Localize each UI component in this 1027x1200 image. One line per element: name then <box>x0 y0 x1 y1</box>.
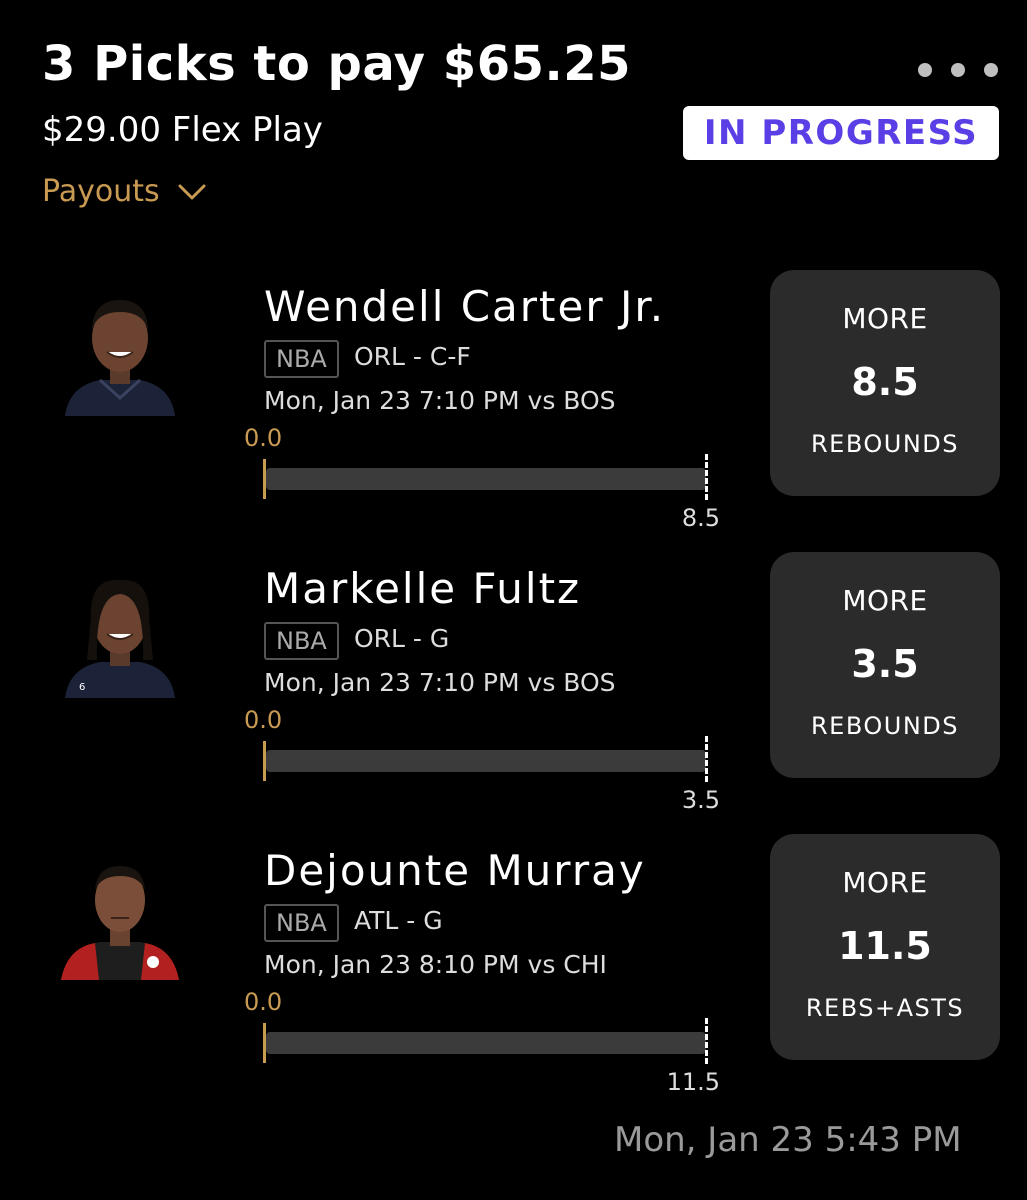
pick-stat: REBOUNDS <box>810 430 959 458</box>
current-stat-value: 0.0 <box>244 706 283 734</box>
league-badge: NBA <box>264 622 339 660</box>
progress-bar <box>266 468 706 490</box>
player-name: Dejounte Murray <box>264 846 646 895</box>
payouts-toggle[interactable]: Payouts <box>42 174 208 209</box>
svg-text:6: 6 <box>79 682 85 693</box>
pick-line: 3.5 <box>851 642 919 686</box>
pick-direction: MORE <box>842 866 928 899</box>
progress-start-marker <box>263 459 266 499</box>
target-value: 3.5 <box>681 786 720 814</box>
pick-direction: MORE <box>842 584 928 617</box>
player-name: Markelle Fultz <box>264 564 582 613</box>
more-options-icon[interactable] <box>918 58 998 82</box>
current-stat-value: 0.0 <box>244 988 283 1016</box>
game-time: Mon, Jan 23 7:10 PM vs BOS <box>264 668 616 697</box>
pick-line-card[interactable]: MORE 11.5 REBS+ASTS <box>770 834 1000 1060</box>
player-avatar: 6 <box>55 568 185 698</box>
pick-line: 8.5 <box>851 360 919 404</box>
league-badge: NBA <box>264 340 339 378</box>
pick-direction: MORE <box>842 302 928 335</box>
progress-target-marker <box>705 736 708 782</box>
pick-line-card[interactable]: MORE 3.5 REBOUNDS <box>770 552 1000 778</box>
current-timestamp: Mon, Jan 23 5:43 PM <box>614 1120 962 1160</box>
game-time: Mon, Jan 23 8:10 PM vs CHI <box>264 950 607 979</box>
payouts-label: Payouts <box>42 174 160 209</box>
team-position: ATL - G <box>354 906 443 935</box>
progress-start-marker <box>263 741 266 781</box>
play-type-subtitle: $29.00 Flex Play <box>42 110 323 150</box>
league-badge: NBA <box>264 904 339 942</box>
team-position: ORL - G <box>354 624 450 653</box>
player-avatar <box>55 850 185 980</box>
progress-bar <box>266 750 706 772</box>
pick-row: Wendell Carter Jr. NBA ORL - C-F Mon, Ja… <box>0 270 1027 542</box>
pick-stat: REBS+ASTS <box>805 994 965 1022</box>
page-title: 3 Picks to pay $65.25 <box>42 36 632 92</box>
pick-row: 6 Markelle Fultz NBA ORL - G Mon, Jan 23… <box>0 552 1027 824</box>
target-value: 8.5 <box>681 504 720 532</box>
team-position: ORL - C-F <box>354 342 471 371</box>
player-name: Wendell Carter Jr. <box>264 282 666 331</box>
pick-line-card[interactable]: MORE 8.5 REBOUNDS <box>770 270 1000 496</box>
current-stat-value: 0.0 <box>244 424 283 452</box>
progress-target-marker <box>705 454 708 500</box>
status-badge: IN PROGRESS <box>683 106 999 160</box>
chevron-down-icon <box>178 184 206 199</box>
game-time: Mon, Jan 23 7:10 PM vs BOS <box>264 386 616 415</box>
progress-target-marker <box>705 1018 708 1064</box>
pick-stat: REBOUNDS <box>810 712 959 740</box>
progress-start-marker <box>263 1023 266 1063</box>
pick-row: Dejounte Murray NBA ATL - G Mon, Jan 23 … <box>0 834 1027 1106</box>
progress-bar <box>266 1032 706 1054</box>
target-value: 11.5 <box>666 1068 720 1096</box>
pick-line: 11.5 <box>838 924 932 968</box>
player-avatar <box>55 286 185 416</box>
